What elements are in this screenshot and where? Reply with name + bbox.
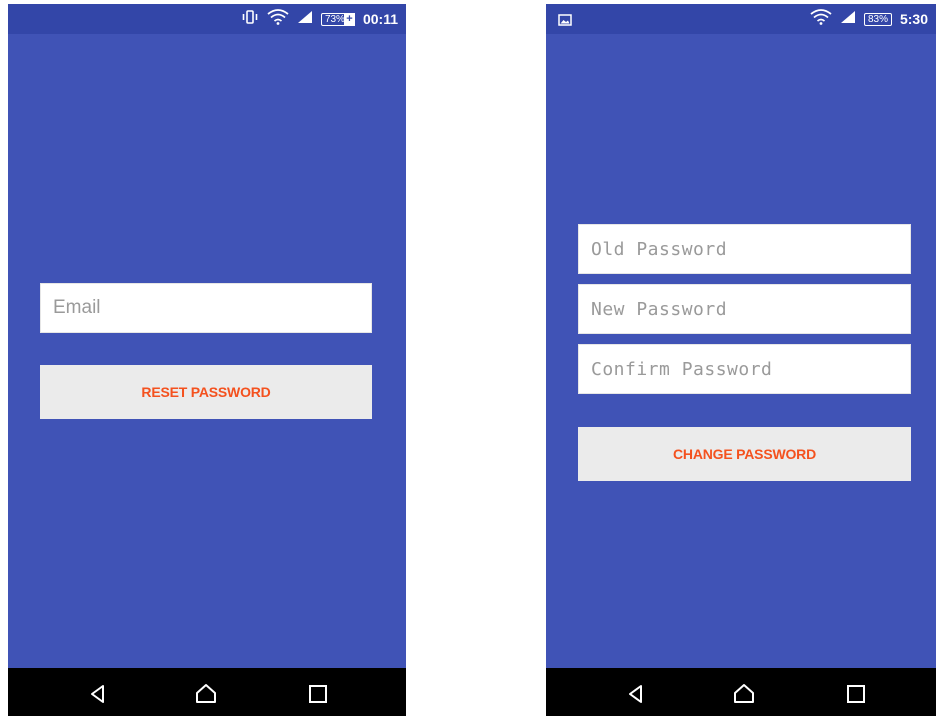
confirm-password-input[interactable] — [579, 345, 910, 393]
status-time: 5:30 — [899, 11, 928, 27]
gallery-icon — [558, 13, 572, 31]
status-bar: 73% + 00:11 — [8, 4, 406, 34]
status-bar: 83% 5:30 — [546, 4, 936, 34]
back-icon[interactable] — [624, 682, 648, 706]
vibrate-icon — [241, 9, 259, 29]
old-password-input[interactable] — [579, 225, 910, 273]
battery-icon: 83% — [863, 12, 892, 26]
navigation-bar — [546, 668, 936, 716]
signal-icon — [840, 10, 856, 29]
reset-password-button[interactable]: RESET PASSWORD — [40, 365, 372, 419]
content-area: RESET PASSWORD — [8, 34, 406, 668]
new-password-field[interactable] — [578, 284, 911, 334]
recents-icon[interactable] — [306, 682, 330, 706]
battery-level: 83% — [863, 12, 892, 26]
status-time: 00:11 — [362, 11, 398, 27]
email-field[interactable] — [40, 283, 372, 333]
change-password-screen: 83% 5:30 CHANGE PASSWORD — [546, 4, 936, 716]
old-password-field[interactable] — [578, 224, 911, 274]
reset-password-screen: 73%+ 00:11 RESET PASSWORD — [8, 4, 406, 716]
email-input[interactable] — [41, 284, 371, 332]
back-icon[interactable] — [86, 682, 110, 706]
home-icon[interactable] — [732, 682, 756, 706]
navigation-bar — [8, 668, 406, 716]
home-icon[interactable] — [194, 682, 218, 706]
recents-icon[interactable] — [844, 682, 868, 706]
signal-icon — [297, 10, 313, 29]
content-area: CHANGE PASSWORD — [546, 34, 936, 668]
battery-charging-icon: 73% + — [320, 12, 355, 26]
new-password-input[interactable] — [579, 285, 910, 333]
wifi-icon — [810, 8, 832, 30]
change-password-button[interactable]: CHANGE PASSWORD — [578, 427, 911, 481]
confirm-password-field[interactable] — [578, 344, 911, 394]
wifi-icon — [267, 8, 289, 30]
